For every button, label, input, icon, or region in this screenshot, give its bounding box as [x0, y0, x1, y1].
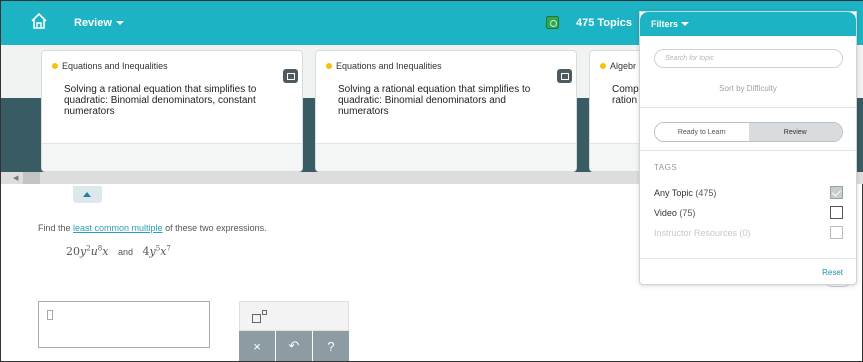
card-title: Comp ration [612, 84, 639, 106]
divider [640, 258, 856, 259]
and-label: and [117, 246, 133, 257]
collapse-carousel-button[interactable] [73, 186, 102, 203]
topics-icon [546, 16, 559, 29]
undo-button[interactable]: ↶ [276, 331, 312, 361]
chevron-down-icon [681, 22, 690, 26]
category-dot-icon [52, 63, 58, 69]
topic-card[interactable]: Equations and Inequalities Solving a rat… [315, 50, 577, 172]
topic-card[interactable]: Equations and Inequalities Solving a rat… [41, 50, 303, 172]
scrollbar-thumb[interactable] [23, 172, 40, 184]
chevron-down-icon [115, 21, 124, 25]
search-input[interactable]: Search for topic [654, 49, 843, 68]
help-button[interactable]: ? [313, 331, 349, 361]
divider [640, 107, 856, 108]
scroll-left-icon[interactable]: ◀ [13, 174, 18, 182]
category-dot-icon [326, 63, 332, 69]
tags-heading: TAGS [654, 163, 678, 172]
lcm-link[interactable]: least common multiple [73, 223, 163, 233]
divider [640, 150, 856, 151]
review-menu-button[interactable]: Review [74, 17, 124, 29]
expression-1: 20y2u8x [66, 244, 109, 258]
answer-input[interactable] [38, 301, 210, 348]
review-label: Review [74, 17, 112, 29]
filters-label: Filters [651, 19, 679, 29]
tag-video: Video (75) [654, 208, 696, 218]
math-keypad: × ↶ ? [239, 301, 349, 361]
sort-by-difficulty[interactable]: Sort by Difficulty [640, 84, 856, 93]
learn-review-toggle[interactable]: Ready to Learn Review [654, 122, 843, 142]
calendar-icon[interactable] [283, 69, 298, 83]
category-dot-icon [600, 63, 606, 69]
card-category: Algebr [610, 61, 637, 71]
filters-header[interactable]: Filters [640, 12, 856, 36]
clear-button[interactable]: × [239, 331, 275, 361]
input-cursor-placeholder [47, 310, 53, 320]
instructor-resources-checkbox[interactable] [830, 226, 843, 239]
home-icon[interactable] [30, 12, 48, 30]
superscript-button[interactable] [252, 310, 267, 323]
card-footer [316, 143, 576, 171]
card-title: Solving a rational equation that simplif… [64, 84, 257, 117]
tab-ready-to-learn[interactable]: Ready to Learn [655, 123, 749, 141]
tab-review[interactable]: Review [748, 123, 842, 141]
card-title: Solving a rational equation that simplif… [338, 84, 531, 117]
any-topic-checkbox[interactable] [830, 186, 843, 199]
question-prompt: Find the least common multiple of these … [38, 223, 267, 233]
reset-button[interactable]: Reset [822, 268, 843, 277]
video-checkbox[interactable] [830, 206, 843, 219]
filters-panel: Filters Search for topic Sort by Difficu… [639, 11, 857, 285]
expression-2: 4y5x7 [142, 244, 171, 258]
card-category: Equations and Inequalities [62, 61, 168, 71]
topics-count[interactable]: 475 Topics [576, 17, 632, 29]
tag-any-topic: Any Topic (475) [654, 188, 717, 198]
tag-instructor-resources: Instructor Resources (0) [654, 228, 751, 238]
card-footer [42, 143, 302, 171]
card-category: Equations and Inequalities [336, 61, 442, 71]
math-expressions: 20y2u8x and 4y5x7 [66, 244, 171, 258]
calendar-icon[interactable] [557, 69, 572, 83]
